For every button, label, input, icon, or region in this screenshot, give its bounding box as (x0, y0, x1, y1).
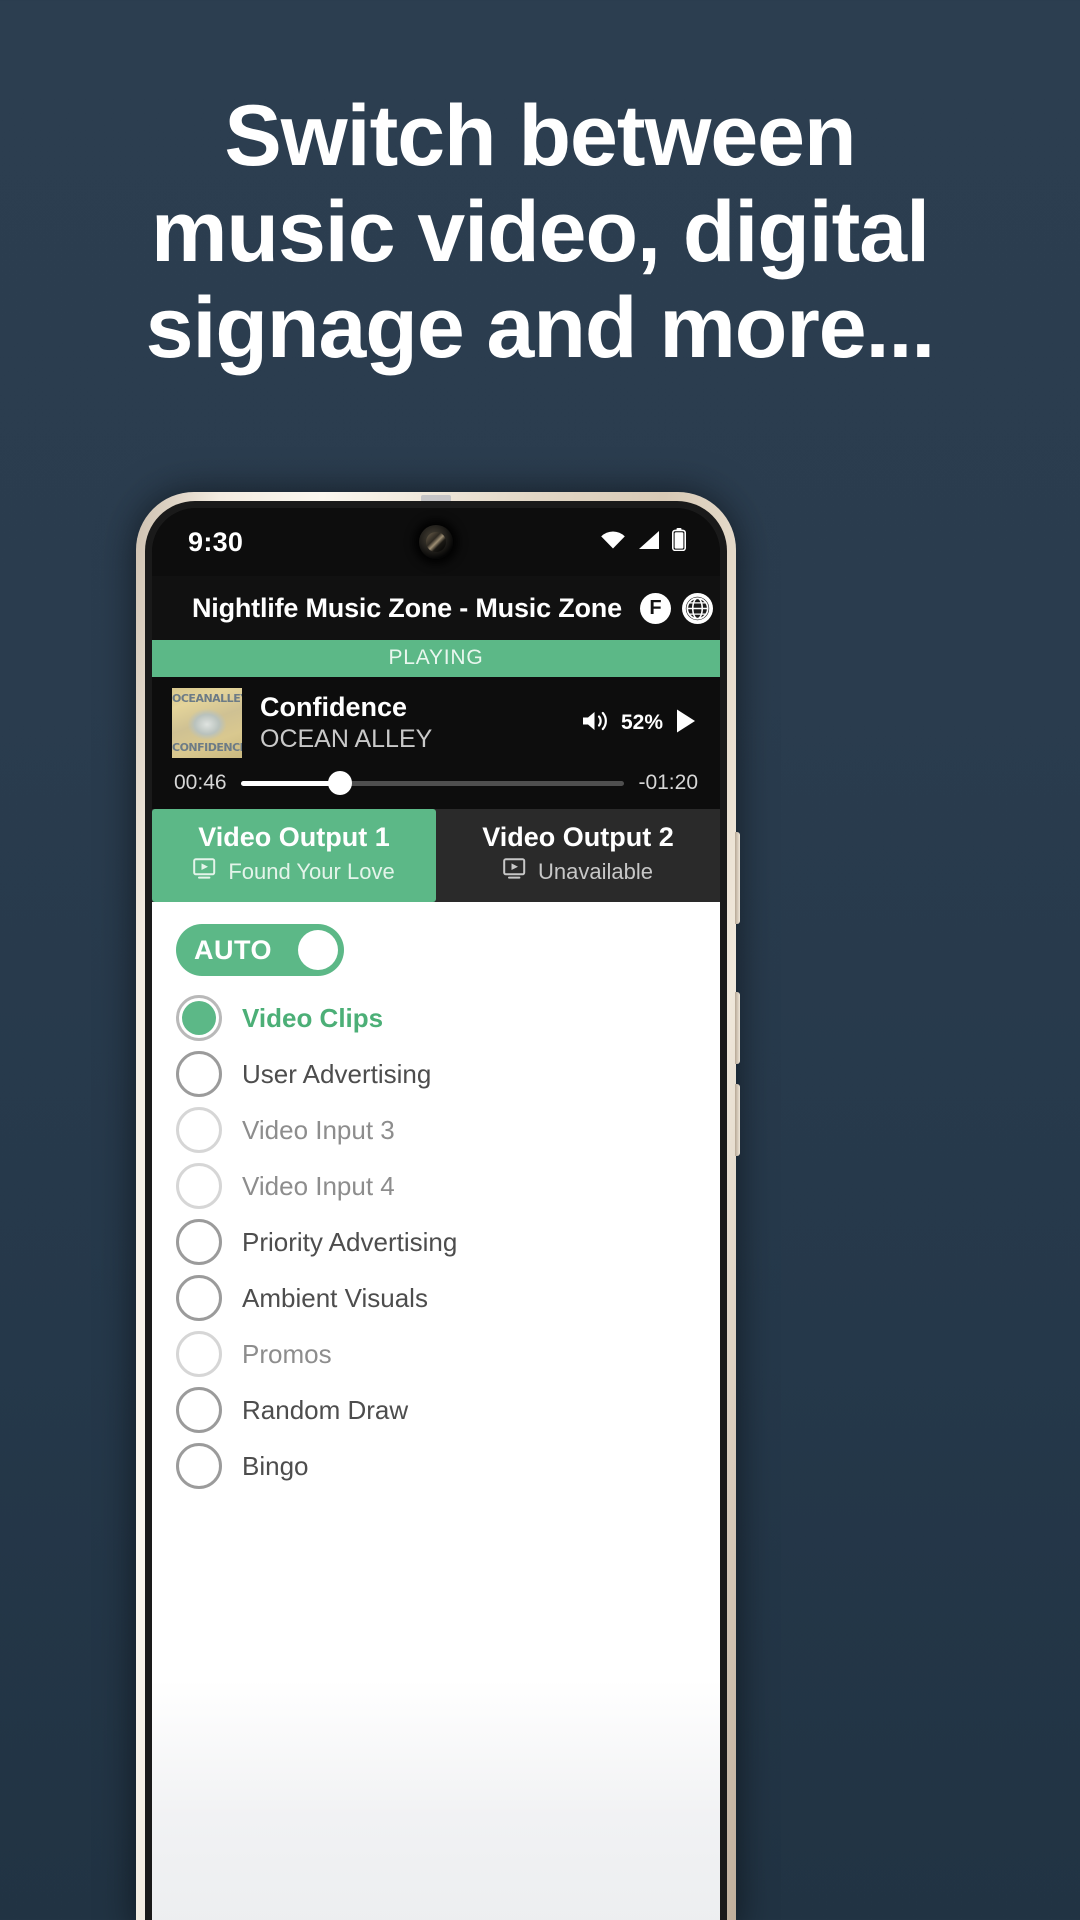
list-item[interactable]: Video Clips (152, 990, 720, 1046)
radio-button[interactable] (176, 1275, 222, 1321)
status-bar-time: 9:30 (188, 526, 244, 557)
list-item[interactable]: Promos (152, 1326, 720, 1382)
video-output-1-source-label: Found Your Love (228, 859, 395, 884)
list-item[interactable]: Ambient Visuals (152, 1270, 720, 1326)
app-header: Nightlife Music Zone - Music Zone F (152, 576, 720, 640)
auto-toggle-knob (298, 930, 338, 970)
list-item-label: Video Input 3 (242, 1114, 395, 1145)
volume-down-button[interactable] (735, 1084, 740, 1156)
video-source-panel: AUTO Video Clips User Advertising Video … (152, 902, 720, 1920)
panel-fade-overlay (152, 1512, 720, 1920)
video-output-2-source: Unavailable (436, 858, 720, 886)
radio-button[interactable] (176, 1107, 222, 1153)
now-playing-row: OCEANALLEY CONFIDENCE Confidence OCEAN A… (152, 677, 720, 769)
video-screen-icon (193, 858, 219, 886)
list-item[interactable]: Priority Advertising (152, 1214, 720, 1270)
radio-dot (182, 1001, 216, 1035)
progress-slider[interactable] (240, 771, 625, 795)
list-item-label: Video Input 4 (242, 1170, 395, 1201)
remaining-time: -01:20 (638, 771, 698, 794)
play-icon[interactable] (674, 708, 698, 739)
volume-icon[interactable] (580, 708, 610, 739)
tab-video-output-2[interactable]: Video Output 2 Unavailable (436, 809, 720, 902)
album-art-bottom-text: CONFIDENCE (172, 741, 242, 754)
phone-mockup: 9:30 Nightlife Music Zone - Music Zone F… (136, 492, 740, 1920)
f-badge-icon[interactable]: F (639, 592, 671, 624)
list-item[interactable]: Random Draw (152, 1382, 720, 1438)
front-camera-punch-hole (419, 525, 453, 559)
volume-percent: 52% (620, 711, 663, 734)
radio-button[interactable] (176, 1051, 222, 1097)
video-output-1-source: Found Your Love (152, 858, 436, 886)
list-item-label: Random Draw (242, 1394, 409, 1425)
list-item[interactable]: Video Input 3 (152, 1102, 720, 1158)
app-header-icons: F (639, 592, 720, 624)
now-playing-text: Confidence OCEAN ALLEY (260, 692, 562, 754)
phone-screen: 9:30 Nightlife Music Zone - Music Zone F… (152, 508, 720, 1920)
video-output-1-name: Video Output 1 (198, 822, 390, 852)
progress-slider-knob[interactable] (328, 771, 353, 795)
list-item-label: User Advertising (242, 1058, 432, 1089)
auto-toggle-label: AUTO (194, 934, 273, 965)
status-bar-icons (600, 528, 686, 556)
status-bar: 9:30 (152, 508, 720, 576)
list-item[interactable]: Bingo (152, 1438, 720, 1494)
progress-fill (240, 780, 341, 786)
radio-button[interactable] (176, 1387, 222, 1433)
headline-line-3: signage and more... (145, 280, 936, 376)
list-item-label: Video Clips (242, 1002, 384, 1033)
video-output-tabs: Video Output 1 Found Your Love Video Out… (152, 809, 720, 902)
power-button[interactable] (735, 832, 740, 924)
track-artist: OCEAN ALLEY (260, 725, 433, 754)
headline-line-2: music video, digital (150, 184, 930, 280)
elapsed-time: 00:46 (174, 771, 227, 794)
radio-button[interactable] (176, 1331, 222, 1377)
list-item[interactable]: User Advertising (152, 1046, 720, 1102)
tab-video-output-1[interactable]: Video Output 1 Found Your Love (152, 809, 436, 902)
list-item-label: Promos (242, 1338, 332, 1369)
auto-toggle[interactable]: AUTO (176, 924, 344, 976)
list-item-label: Bingo (242, 1450, 309, 1481)
battery-icon (672, 528, 686, 556)
globe-icon[interactable] (681, 592, 713, 624)
page-headline: Switch between music video, digital sign… (0, 88, 1080, 376)
video-output-2-name: Video Output 2 (482, 822, 674, 852)
radio-button[interactable] (176, 995, 222, 1041)
video-output-2-source-label: Unavailable (538, 859, 653, 884)
list-item-label: Priority Advertising (242, 1226, 458, 1257)
volume-up-button[interactable] (735, 992, 740, 1064)
cellular-signal-icon (637, 530, 661, 555)
app-title: Nightlife Music Zone - Music Zone (192, 592, 622, 623)
video-screen-icon (503, 858, 529, 886)
album-art-top-text: OCEANALLEY (172, 692, 242, 705)
album-art: OCEANALLEY CONFIDENCE (172, 688, 242, 758)
headline-line-1: Switch between (224, 88, 856, 184)
wifi-icon (600, 530, 626, 555)
radio-button[interactable] (176, 1163, 222, 1209)
radio-button[interactable] (176, 1443, 222, 1489)
list-item-label: Ambient Visuals (242, 1282, 428, 1313)
list-item[interactable]: Video Input 4 (152, 1158, 720, 1214)
progress-row: 00:46 -01:20 (152, 769, 720, 809)
playback-controls: 52% (580, 708, 698, 739)
track-title: Confidence (260, 691, 408, 722)
video-source-list: Video Clips User Advertising Video Input… (152, 990, 720, 1494)
radio-button[interactable] (176, 1219, 222, 1265)
playing-status-bar: PLAYING (152, 640, 720, 677)
